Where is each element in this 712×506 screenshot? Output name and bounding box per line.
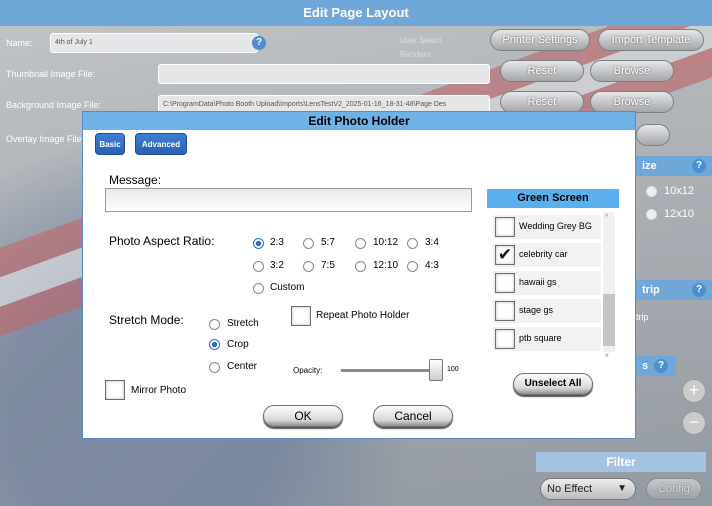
chevron-down-icon: ▼ <box>617 483 627 494</box>
center-radio[interactable] <box>209 362 220 373</box>
config-button[interactable]: Config <box>646 478 702 500</box>
green-screen-item-label: Wedding Grey BG <box>519 221 592 231</box>
aspect-3-4-radio[interactable] <box>407 238 418 249</box>
size-10x12-label: 10x12 <box>664 185 694 197</box>
green-screen-list: Wedding Grey BG ✔ celebrity car hawaii g… <box>493 212 615 352</box>
stretch-option-label: Stretch <box>227 318 259 329</box>
message-label: Message: <box>109 173 162 187</box>
list-item[interactable]: ptb square <box>493 327 601 351</box>
help-icon[interactable]: ? <box>252 36 266 50</box>
overlay-browse-button[interactable] <box>636 124 670 146</box>
green-screen-checkbox[interactable] <box>495 329 515 349</box>
cancel-button[interactable]: Cancel <box>373 405 453 427</box>
aspect-4-3-radio[interactable] <box>407 261 418 272</box>
random-label: Random <box>400 50 431 59</box>
strip-panel-title: trip <box>642 284 660 296</box>
thumbnail-browse-button[interactable]: Browse <box>590 60 674 82</box>
aspect-custom-label: Custom <box>270 282 305 293</box>
opacity-slider-track[interactable] <box>341 369 434 372</box>
size-panel-title: ize <box>642 160 657 172</box>
opacity-label: Opacity: <box>293 366 323 375</box>
list-item[interactable]: stage gs <box>493 299 601 323</box>
green-screen-scrollbar-thumb[interactable] <box>603 294 615 346</box>
aspect-5-7-radio[interactable] <box>303 238 314 249</box>
window-title: Edit Page Layout <box>0 0 712 26</box>
tab-basic[interactable]: Basic <box>95 133 125 155</box>
aspect-2-3-label: 2:3 <box>270 237 284 248</box>
ok-button[interactable]: OK <box>263 405 343 427</box>
import-template-button[interactable]: Import Template <box>598 29 704 51</box>
tab-advanced[interactable]: Advanced <box>135 133 187 155</box>
unselect-all-button[interactable]: Unselect All <box>513 373 593 395</box>
repeat-photo-holder-label: Repeat Photo Holder <box>316 310 410 321</box>
aspect-12-10-label: 12:10 <box>373 260 399 271</box>
name-label: Name: <box>6 38 33 48</box>
opacity-value: 100 <box>447 366 459 373</box>
thumbnail-field[interactable] <box>158 64 490 84</box>
edit-photo-holder-dialog: Edit Photo Holder Basic Advanced Message… <box>82 111 636 439</box>
background-reset-button[interactable]: Reset <box>500 91 584 113</box>
printer-settings-button[interactable]: Printer Settings <box>490 29 590 51</box>
s-help-icon[interactable]: ? <box>654 359 668 373</box>
green-screen-header: Green Screen <box>487 189 619 208</box>
mirror-photo-checkbox[interactable] <box>105 380 125 400</box>
thumbnail-label: Thumbnail Image File: <box>6 69 96 79</box>
stretch-radio[interactable] <box>209 319 220 330</box>
aspect-7-5-label: 7:5 <box>321 260 335 271</box>
aspect-ratio-label: Photo Aspect Ratio: <box>109 234 215 248</box>
s-panel-title: s <box>642 360 649 372</box>
green-screen-item-label: celebrity car <box>519 249 568 259</box>
green-screen-item-label: hawaii gs <box>519 277 557 287</box>
strip-help-icon[interactable]: ? <box>692 283 706 297</box>
green-screen-checkbox[interactable] <box>495 217 515 237</box>
green-screen-checkbox[interactable] <box>495 273 515 293</box>
scroll-up-icon[interactable]: ^ <box>605 214 608 221</box>
mirror-photo-label: Mirror Photo <box>131 385 187 396</box>
name-field[interactable]: 4th of July 1 <box>50 33 258 53</box>
green-screen-checkbox-checked[interactable]: ✔ <box>495 245 515 265</box>
remove-button[interactable]: − <box>682 411 706 435</box>
size-10x12-radio[interactable] <box>646 186 657 197</box>
list-item[interactable]: hawaii gs <box>493 271 601 295</box>
background-label: Background Image File: <box>6 100 102 110</box>
dialog-title: Edit Photo Holder <box>83 112 635 130</box>
aspect-10-12-radio[interactable] <box>355 238 366 249</box>
list-item[interactable]: Wedding Grey BG <box>493 215 601 239</box>
filter-select-value: No Effect <box>547 483 593 495</box>
thumbnail-reset-button[interactable]: Reset <box>500 60 584 82</box>
green-screen-checkbox[interactable] <box>495 301 515 321</box>
stretch-mode-label: Stretch Mode: <box>109 313 184 327</box>
user-select-label: User Select <box>400 36 442 45</box>
size-12x10-label: 12x10 <box>664 208 694 220</box>
filter-title: Filter <box>536 452 706 472</box>
center-option-label: Center <box>227 361 258 372</box>
aspect-3-2-radio[interactable] <box>253 261 264 272</box>
aspect-12-10-radio[interactable] <box>355 261 366 272</box>
aspect-3-2-label: 3:2 <box>270 260 284 271</box>
aspect-custom-radio[interactable] <box>253 283 264 294</box>
overlay-label: Overlay Image File <box>6 134 82 144</box>
aspect-10-12-label: 10:12 <box>373 237 399 248</box>
green-screen-item-label: ptb square <box>519 333 562 343</box>
aspect-3-4-label: 3:4 <box>425 237 439 248</box>
crop-radio[interactable] <box>209 339 220 350</box>
strip-text: trip <box>636 312 649 322</box>
aspect-5-7-label: 5:7 <box>321 237 335 248</box>
background-browse-button[interactable]: Browse <box>590 91 674 113</box>
aspect-2-3-radio[interactable] <box>253 238 264 249</box>
scroll-down-icon[interactable]: v <box>605 352 609 359</box>
list-item[interactable]: ✔ celebrity car <box>493 243 601 267</box>
size-help-icon[interactable]: ? <box>692 159 706 173</box>
repeat-photo-holder-checkbox[interactable] <box>291 306 311 326</box>
crop-option-label: Crop <box>227 339 249 350</box>
green-screen-item-label: stage gs <box>519 305 554 315</box>
aspect-4-3-label: 4:3 <box>425 260 439 271</box>
filter-select[interactable]: No Effect ▼ <box>540 478 636 500</box>
aspect-7-5-radio[interactable] <box>303 261 314 272</box>
message-input[interactable] <box>105 188 472 212</box>
opacity-slider-thumb[interactable] <box>429 359 443 381</box>
dialog-body: Basic Advanced Message: Photo Aspect Rat… <box>83 130 635 438</box>
add-button[interactable]: + <box>682 379 706 403</box>
size-12x10-radio[interactable] <box>646 209 657 220</box>
